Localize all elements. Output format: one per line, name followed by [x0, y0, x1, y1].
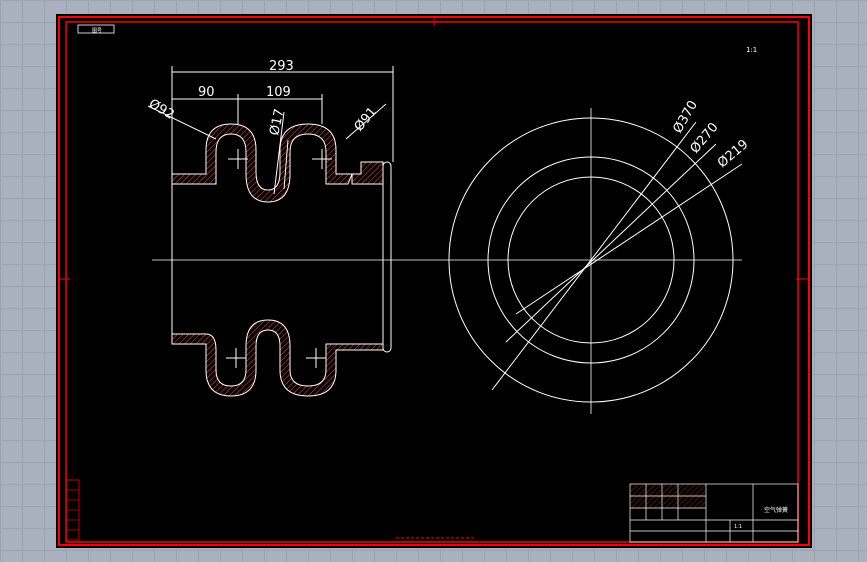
revision-strip	[65, 479, 80, 541]
dim-left-span: 90	[198, 85, 215, 100]
dim-dia-small: Ø17	[267, 108, 287, 137]
cad-viewport[interactable]: 图号 1:1 293 90 109 Ø92 Ø17 Ø91 Ø370 Ø270 …	[56, 14, 812, 548]
dim-dia-inner: Ø219	[715, 137, 751, 171]
section-view	[147, 66, 742, 397]
drawing-canvas: 图号 1:1 293 90 109 Ø92 Ø17 Ø91 Ø370 Ø270 …	[58, 16, 810, 546]
drawing-number-label: 图号	[92, 28, 102, 34]
dim-overall-width: 293	[269, 59, 294, 74]
scale-note: 1:1	[746, 46, 757, 54]
title-part-name: 空气弹簧	[764, 506, 788, 514]
dim-right-span: 109	[266, 85, 291, 100]
dim-dia-outer: Ø370	[670, 98, 701, 136]
title-scale: 1:1	[734, 524, 742, 530]
